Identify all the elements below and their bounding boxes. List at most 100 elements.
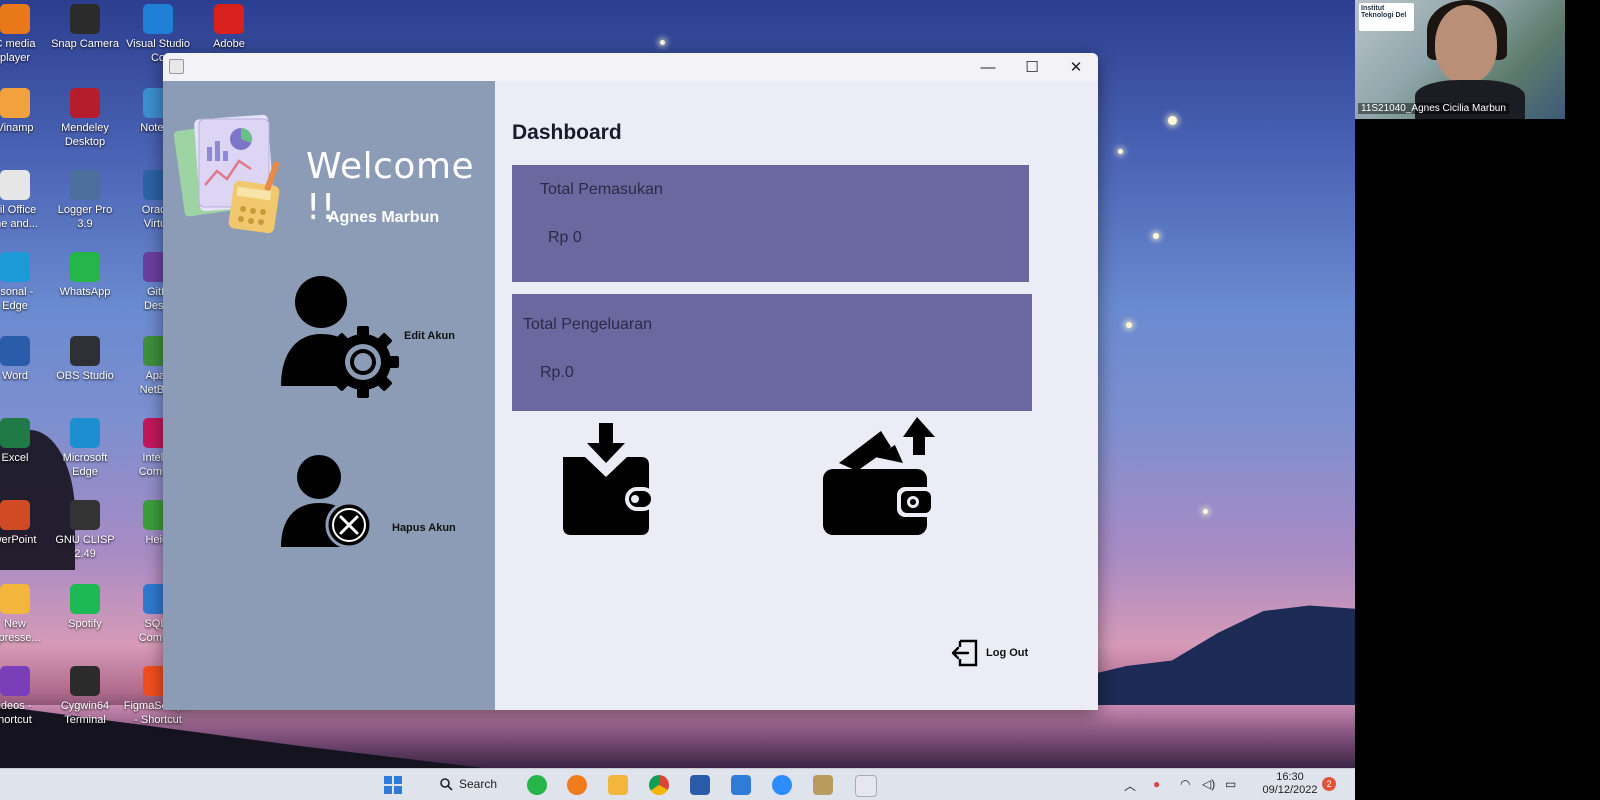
clisp-icon [70,500,100,530]
income-value: Rp 0 [548,229,582,246]
cygwin-icon [70,666,100,696]
close-button[interactable]: ✕ [1054,53,1098,81]
desktop-icon-label: ideos - hortcut [0,700,32,726]
adobe-icon [214,4,244,34]
clock[interactable]: 16:30 09/12/2022 [1250,771,1330,797]
desktop-icon-label: C media player [0,38,36,64]
desktop-icon[interactable]: Word [0,336,52,383]
desktop-icon[interactable]: New mpresse... [0,584,52,645]
sidebar: Welcome !! Agnes Marbun Edit Akun Hapus … [163,81,495,710]
desktop-icon[interactable]: OBS Studio [48,336,122,383]
clock-time: 16:30 [1276,771,1304,783]
vscode-icon [143,4,173,34]
desktop-icon-label: OBS Studio [56,370,114,382]
taskbar-search[interactable]: Search [430,773,510,795]
battery-icon[interactable]: ▭ [1225,777,1236,791]
edit-account-icon[interactable] [277,276,401,398]
desktop-icon-label: New mpresse... [0,618,41,644]
mendeley-icon [70,88,100,118]
desktop-icon[interactable]: WhatsApp [48,252,122,299]
income-wallet-icon[interactable] [559,423,655,535]
firefox-taskbar-icon[interactable] [567,775,587,795]
spotify-icon [70,584,100,614]
desktop-icon[interactable]: Cygwin64 Terminal [48,666,122,727]
desktop-icon[interactable]: Logger Pro 3.9 [48,170,122,231]
package-taskbar-icon[interactable] [813,775,833,795]
desktop-icon-label: Cygwin64 Terminal [60,700,110,726]
app-window: — ☐ ✕ Welcome !! Agnes Marbun Edit Akun … [163,53,1098,710]
desktop-icon[interactable]: Vinamp [0,88,52,135]
webcam-caption: 11S21040_Agnes Cicilia Marbun [1358,103,1509,114]
desktop-icon-label: GNU CLISP 2.49 [55,534,115,560]
winamp-icon [0,88,30,118]
chrome-taskbar-icon[interactable] [649,775,669,795]
desktop-icon-label: Adobe [213,38,245,50]
maximize-button[interactable]: ☐ [1010,53,1054,81]
desktop-icon-label: Microsoft Edge [62,452,108,478]
minimize-button[interactable]: — [966,53,1010,81]
desktop-icon[interactable]: Snap Camera [48,4,122,51]
desktop-icon[interactable]: Mendeley Desktop [48,88,122,149]
windows-start-icon[interactable] [384,776,402,794]
edge-icon [0,252,30,282]
desktop-icon[interactable]: rsonal - Edge [0,252,52,313]
expense-card: Total Pengeluaran Rp.0 [512,294,1032,411]
desktop-icon[interactable]: Excel [0,418,52,465]
desktop-icon-label: WhatsApp [59,286,111,298]
desktop-icon[interactable]: Microsoft Edge [48,418,122,479]
zoom-taskbar-icon[interactable] [772,775,792,795]
desktop-icon[interactable]: C media player [0,4,52,65]
delete-account-icon[interactable] [277,455,377,551]
desktop-icon[interactable]: ideos - hortcut [0,666,52,727]
app-taskbar-icon[interactable] [731,775,751,795]
finance-illustration [173,114,280,234]
clock-date: 09/12/2022 [1262,784,1318,796]
desktop-icon[interactable]: ail Office me and... [0,170,52,231]
delete-account-label[interactable]: Hapus Akun [392,522,456,534]
star [1168,116,1177,125]
expense-value: Rp.0 [540,364,574,381]
excel-icon [0,418,30,448]
desktop-icon-label: werPoint [0,534,37,546]
edit-account-label[interactable]: Edit Akun [404,330,455,342]
dashboard-panel: Dashboard Total Pemasukan Rp 0 Total Pen… [495,81,1098,710]
desktop-icon[interactable]: werPoint [0,500,52,547]
search-label: Search [459,777,498,791]
logout-label: Log Out [986,647,1029,659]
desktop-icon[interactable]: Spotify [48,584,122,631]
income-card: Total Pemasukan Rp 0 [512,165,1029,282]
logout-button[interactable]: Log Out [950,637,1028,669]
logout-icon [951,639,978,667]
wifi-icon[interactable]: ◠ [1180,777,1190,791]
file-explorer-taskbar-icon[interactable] [608,775,628,795]
star [1153,233,1159,239]
expense-wallet-icon[interactable] [821,417,937,537]
desktop-icon-label: Mendeley Desktop [61,122,109,148]
title-bar[interactable]: — ☐ ✕ [163,53,1098,81]
desktop-icon[interactable]: Adobe [192,4,266,51]
logger-pro-icon [70,170,100,200]
word-icon [0,336,30,366]
whatsapp-icon [70,252,100,282]
search-icon [440,777,453,791]
desktop-icon-label: Excel [1,452,29,464]
notification-badge[interactable]: 2 [1322,777,1336,791]
word-taskbar-icon[interactable] [690,775,710,795]
snap-camera-icon [70,4,100,34]
microphone-icon[interactable]: ● [1153,777,1160,791]
chevron-up-icon[interactable]: ︿ [1124,777,1136,794]
volume-icon[interactable]: ◁) [1202,777,1215,791]
powerpoint-icon [0,500,30,530]
java-taskbar-icon[interactable] [855,775,877,797]
campus-logo: Institut Teknologi Del [1359,3,1414,31]
obs-icon [70,336,100,366]
person-face [1435,5,1497,83]
desktop-icon[interactable]: GNU CLISP 2.49 [48,500,122,561]
user-name: Agnes Marbun [328,209,440,226]
videos-icon [0,666,30,696]
star [1126,322,1132,328]
star [1118,149,1123,154]
income-label: Total Pemasukan [540,181,663,198]
file-icon [0,170,30,200]
whatsapp-taskbar-icon[interactable] [527,775,547,795]
